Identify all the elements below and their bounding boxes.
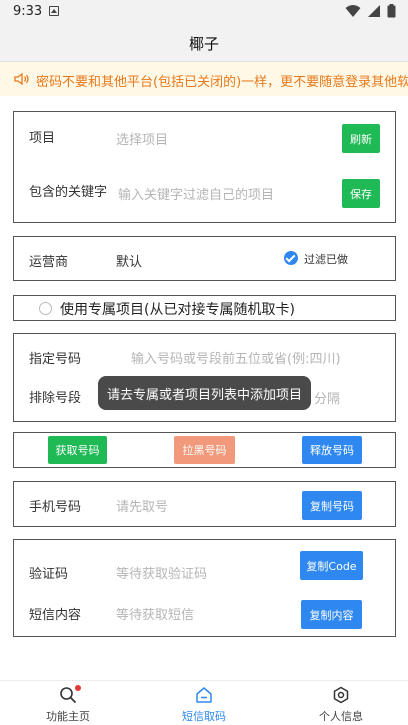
notification-icon bbox=[49, 6, 59, 16]
speaker-icon bbox=[14, 72, 29, 86]
specify-number-label: 指定号码 bbox=[29, 352, 82, 367]
copy-code-button[interactable]: 复制Code bbox=[300, 551, 363, 580]
exclusive-label: 使用专属项目(从已对接专属随机取卡) bbox=[60, 302, 295, 318]
wifi-icon bbox=[345, 5, 361, 17]
battery-icon bbox=[387, 4, 396, 18]
nav-label-home: 功能主页 bbox=[46, 710, 90, 723]
project-label: 项目 bbox=[29, 131, 56, 146]
nav-item-profile[interactable]: 个人信息 bbox=[286, 681, 396, 725]
status-time: 9:33 bbox=[13, 4, 43, 19]
bottom-nav: 功能主页 短信取码 个人信息 bbox=[0, 680, 408, 725]
nav-label-sms: 短信取码 bbox=[182, 710, 226, 723]
phone-value: 请先取号 bbox=[116, 500, 169, 515]
project-select[interactable]: 选择项目 bbox=[116, 129, 168, 148]
exclude-segment-input[interactable]: 分隔 bbox=[314, 388, 340, 407]
gear-icon bbox=[333, 686, 349, 704]
filter-label: 过滤已做 bbox=[304, 253, 348, 266]
project-card: 项目 选择项目 刷新 包含的关键字 输入关键字过滤自己的项目 保存 bbox=[13, 111, 396, 223]
nav-item-sms[interactable]: 短信取码 bbox=[149, 681, 259, 725]
actions-card: 获取号码 拉黑号码 释放号码 bbox=[13, 432, 396, 468]
keyword-input[interactable]: 输入关键字过滤自己的项目 bbox=[118, 184, 274, 203]
page-title: 椰子 bbox=[188, 35, 219, 53]
phone-card: 手机号码 请先取号 复制号码 bbox=[13, 481, 396, 527]
block-number-button[interactable]: 拉黑号码 bbox=[174, 436, 235, 464]
code-label: 验证码 bbox=[29, 567, 69, 582]
code-value: 等待获取验证码 bbox=[116, 567, 208, 582]
phone-label: 手机号码 bbox=[29, 500, 82, 515]
release-number-button[interactable]: 释放号码 bbox=[302, 436, 362, 464]
operator-value[interactable]: 默认 bbox=[116, 251, 142, 270]
exclusive-radio[interactable] bbox=[39, 302, 52, 315]
copy-number-button[interactable]: 复制号码 bbox=[302, 491, 362, 520]
sms-label: 短信内容 bbox=[29, 608, 82, 623]
home-icon bbox=[196, 687, 212, 703]
notice-text: 密码不要和其他平台(包括已关闭的)一样，更不要随意登录其他软件 bbox=[36, 75, 408, 90]
sms-value: 等待获取短信 bbox=[116, 608, 195, 623]
get-number-button[interactable]: 获取号码 bbox=[48, 436, 107, 464]
keyword-label: 包含的关键字 bbox=[29, 185, 108, 200]
sms-card: 验证码 等待获取验证码 复制Code 短信内容 等待获取短信 复制内容 bbox=[13, 539, 396, 637]
exclude-segment-label: 排除号段 bbox=[29, 391, 82, 406]
filter-checkbox[interactable] bbox=[284, 251, 298, 265]
notification-dot bbox=[75, 685, 81, 691]
status-icons bbox=[345, 4, 396, 18]
operator-label: 运营商 bbox=[29, 255, 69, 270]
notice-bar: 密码不要和其他平台(包括已关闭的)一样，更不要随意登录其他软件 bbox=[0, 62, 408, 96]
app-bar: 椰子 bbox=[0, 24, 408, 62]
specify-number-input[interactable]: 输入号码或号段前五位或省(例:四川) bbox=[131, 348, 341, 367]
status-bar: 9:33 bbox=[0, 0, 408, 24]
toast-message: 请去专属或者项目列表中添加项目 bbox=[98, 376, 311, 410]
refresh-button[interactable]: 刷新 bbox=[342, 124, 380, 153]
operator-card: 运营商 默认 过滤已做 bbox=[13, 236, 396, 281]
copy-sms-button[interactable]: 复制内容 bbox=[301, 600, 362, 629]
save-button[interactable]: 保存 bbox=[342, 179, 380, 208]
signal-icon bbox=[368, 5, 380, 17]
nav-label-profile: 个人信息 bbox=[319, 710, 363, 723]
exclusive-option[interactable]: 使用专属项目(从已对接专属随机取卡) bbox=[13, 295, 396, 321]
nav-item-home[interactable]: 功能主页 bbox=[13, 681, 123, 725]
